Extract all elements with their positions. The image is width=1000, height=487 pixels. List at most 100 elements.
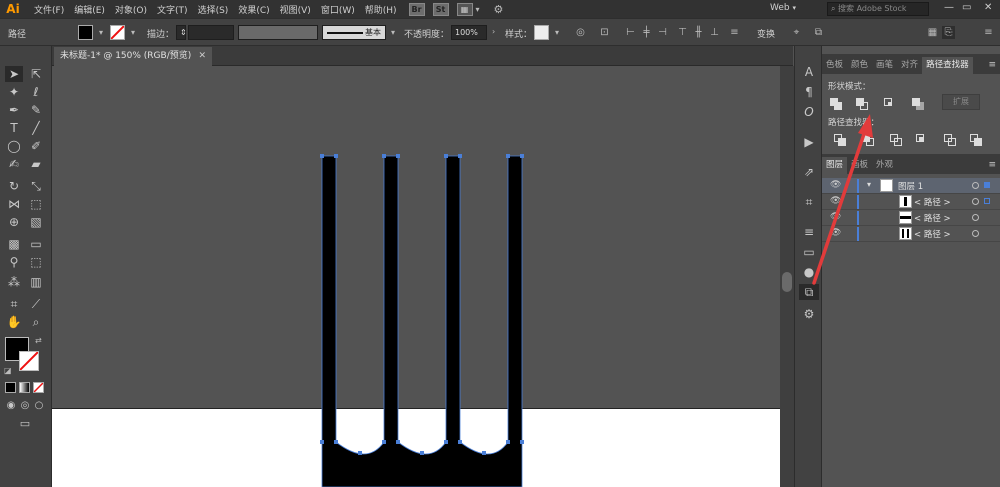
menu-help[interactable]: 帮助(H) [365,3,397,16]
panel-menu-icon[interactable]: ≡ [988,57,996,74]
pathfinder-panel-icon[interactable]: ⧉ [799,284,819,300]
tab-align[interactable]: 对齐 [897,57,922,74]
align-to-icon[interactable]: ⊡ [598,26,611,39]
rotate-tool-icon[interactable]: ↻ [5,178,23,194]
selection-indicator[interactable] [984,182,990,188]
tab-pathfinder[interactable]: 路径查找器 [922,57,973,74]
isolate-icon[interactable]: ⌖ [790,26,803,39]
align-center-icon[interactable]: ╪ [640,26,653,39]
tab-artboards[interactable]: 画板 [847,157,872,174]
line-tool-icon[interactable]: ╱ [27,120,45,136]
menu-window[interactable]: 窗口(W) [321,3,355,16]
graph-tool-icon[interactable]: ▥ [27,274,45,290]
transparency-panel-icon[interactable]: ● [799,264,819,280]
stock-button[interactable]: St [432,2,449,16]
scale-tool-icon[interactable]: ⤡ [27,178,45,194]
tab-appearance[interactable]: 外观 [872,157,897,174]
artwork-shape[interactable] [52,66,780,487]
screen-mode-icon[interactable]: ▭ [16,416,34,432]
stroke-swatch[interactable] [110,25,125,40]
align-middle-icon[interactable]: ╫ [692,26,705,39]
visibility-eye-icon[interactable]: 👁 [830,197,841,206]
target-icon[interactable] [972,230,979,237]
panel-toggle-icon[interactable]: ⎘ [942,26,955,39]
character-panel-icon[interactable]: A [799,64,819,80]
align-right-icon[interactable]: ⊣ [656,26,669,39]
crop-icon[interactable] [914,132,930,146]
tab-brushes[interactable]: 画笔 [872,57,897,74]
eyedropper-icon[interactable]: ⚲ [5,254,23,270]
visibility-eye-icon[interactable]: 👁 [830,213,841,222]
scroll-thumb[interactable] [782,272,792,292]
draw-inside-icon[interactable]: ○ [30,398,48,414]
trim-icon[interactable] [860,132,876,146]
none-mode-icon[interactable] [33,382,44,393]
recolor-artwork-icon[interactable]: ◎ [574,26,587,39]
variable-width-profile[interactable] [238,25,318,40]
visibility-eye-icon[interactable]: 👁 [830,229,841,238]
swap-colors-icon[interactable]: ⇄ [35,336,42,345]
stock-search-input[interactable]: ⌕ 搜索 Adobe Stock [827,2,929,16]
fill-swatch[interactable] [78,25,93,40]
control-menu-icon[interactable]: ≡ [982,26,995,39]
snap-icon[interactable]: ⧉ [812,26,825,39]
path-row[interactable]: 👁 < 路径 > [822,194,1000,210]
direct-selection-tool-icon[interactable]: ⇱ [27,66,45,82]
menu-object[interactable]: 对象(O) [115,3,147,16]
menu-type[interactable]: 文字(T) [157,3,188,16]
target-icon[interactable] [972,198,979,205]
vertical-scrollbar[interactable] [780,66,794,487]
minus-front-icon[interactable] [854,96,870,110]
menu-view[interactable]: 视图(V) [280,3,311,16]
opacity-field[interactable]: 100% [451,25,487,40]
fill-dropdown-icon[interactable]: ▾ [99,28,103,37]
workspace-switcher[interactable]: Web ▾ [770,3,796,13]
close-tab-icon[interactable]: ✕ [198,47,206,66]
tab-color[interactable]: 颜色 [847,57,872,74]
transform-panel-icon[interactable]: ⌗ [799,194,819,210]
stroke-color-box[interactable] [19,351,39,371]
merge-icon[interactable] [888,132,904,146]
opentype-panel-icon[interactable]: O [799,104,819,120]
close-button[interactable]: ✕ [984,2,992,13]
curvature-tool-icon[interactable]: ✎ [27,102,45,118]
path-row[interactable]: 👁 < 路径 > [822,226,1000,242]
visibility-eye-icon[interactable]: 👁 [830,181,841,190]
brush-definition-dropdown[interactable]: 基本 [322,25,386,40]
slice-tool-icon[interactable]: ⟋ [27,296,45,312]
unite-icon[interactable] [828,96,844,110]
minimize-button[interactable]: — [944,2,954,13]
maximize-button[interactable]: ▭ [962,2,971,13]
stroke-panel-icon[interactable]: ≡ [799,224,819,240]
expand-arrow-icon[interactable]: ▾ [867,180,871,189]
selection-indicator[interactable] [984,198,990,204]
magic-wand-icon[interactable]: ✦ [5,84,23,100]
outline-icon[interactable] [942,132,958,146]
paragraph-panel-icon[interactable]: ¶ [799,84,819,100]
document-tab[interactable]: 未标题-1* @ 150% (RGB/预览) ✕ [54,47,212,66]
selection-tool-icon[interactable]: ➤ [5,66,23,82]
settings-gear-icon[interactable]: ⚙ [799,306,819,322]
type-tool-icon[interactable]: T [5,120,23,136]
menu-effect[interactable]: 效果(C) [238,3,269,16]
tab-swatches[interactable]: 色板 [822,57,847,74]
free-transform-icon[interactable]: ⬚ [27,196,45,212]
shaper-tool-icon[interactable]: ✍ [5,156,23,172]
color-mode-icon[interactable] [5,382,16,393]
blend-tool-icon[interactable]: ⬚ [27,254,45,270]
stroke-stepper[interactable]: ⇕ [176,25,187,40]
align-left-icon[interactable]: ⊢ [624,26,637,39]
paintbrush-icon[interactable]: ✐ [27,138,45,154]
default-colors-icon[interactable]: ◪ [4,366,12,375]
distribute-icon[interactable]: ≡ [728,26,741,39]
symbol-sprayer-icon[interactable]: ⁂ [5,274,23,290]
menu-file[interactable]: 文件(F) [34,3,64,16]
menu-select[interactable]: 选择(S) [198,3,229,16]
opacity-arrow-icon[interactable]: › [492,27,495,36]
transform-button[interactable]: 变换 [757,19,775,47]
align-bottom-icon[interactable]: ⊥ [708,26,721,39]
graphic-style-swatch[interactable] [534,25,549,40]
arrange-icon[interactable]: ▦ [926,26,939,39]
align-top-icon[interactable]: ⊤ [676,26,689,39]
gradient-tool-icon[interactable]: ▭ [27,236,45,252]
